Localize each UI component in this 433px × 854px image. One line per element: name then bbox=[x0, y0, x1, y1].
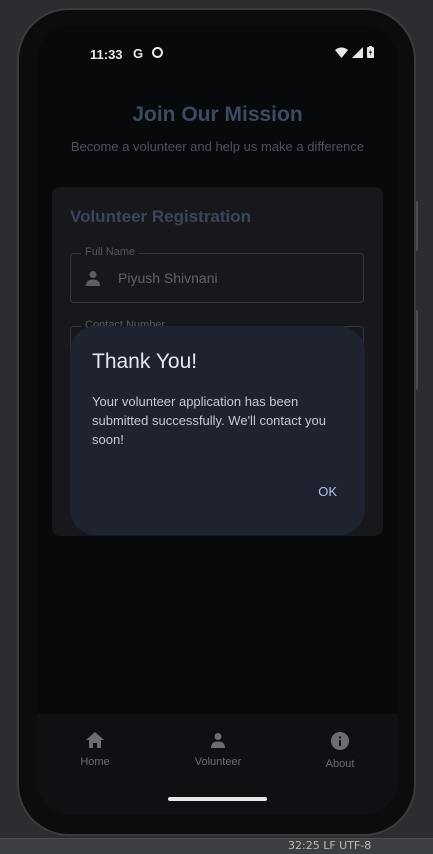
ok-button[interactable]: OK bbox=[314, 482, 341, 501]
device-screen: 11:33 G Join Our Mission Become a volunt… bbox=[37, 26, 398, 815]
nav-label-volunteer: Volunteer bbox=[194, 756, 242, 768]
home-icon bbox=[86, 732, 104, 748]
notification-icon bbox=[152, 47, 163, 58]
page-subtitle: Become a volunteer and help us make a di… bbox=[70, 139, 365, 154]
gesture-home-bar[interactable] bbox=[168, 797, 267, 801]
google-notification-icon: G bbox=[133, 46, 144, 61]
wifi-icon bbox=[335, 47, 348, 58]
dialog-message: Your volunteer application has been subm… bbox=[92, 394, 326, 447]
nav-item-about[interactable]: About bbox=[295, 732, 385, 770]
full-name-value: Piyush Shivnani bbox=[118, 270, 218, 286]
form-title: Volunteer Registration bbox=[70, 207, 252, 226]
signal-icon bbox=[352, 46, 363, 58]
dialog-title: Thank You! bbox=[92, 350, 198, 373]
system-icons bbox=[335, 46, 374, 58]
nav-label-about: About bbox=[325, 758, 355, 770]
success-dialog: Thank You! Your volunteer application ha… bbox=[70, 326, 365, 535]
battery-icon bbox=[367, 46, 374, 58]
info-icon bbox=[331, 732, 349, 750]
full-name-field[interactable]: Full Name Piyush Shivnani bbox=[70, 246, 364, 303]
page-title: Join Our Mission bbox=[132, 103, 303, 126]
nav-item-volunteer[interactable]: Volunteer bbox=[173, 732, 263, 768]
status-time: 11:33 bbox=[90, 47, 123, 62]
emulator-status-text: 32:25 LF UTF-8 bbox=[288, 839, 372, 852]
full-name-label: Full Name bbox=[81, 246, 140, 258]
person-icon bbox=[211, 733, 225, 748]
person-icon bbox=[86, 271, 100, 286]
status-bar: 11:33 G bbox=[37, 26, 398, 78]
nav-item-home[interactable]: Home bbox=[50, 732, 140, 768]
nav-label-home: Home bbox=[80, 756, 110, 768]
emulator-status-bar: 32:25 LF UTF-8 bbox=[0, 838, 433, 854]
